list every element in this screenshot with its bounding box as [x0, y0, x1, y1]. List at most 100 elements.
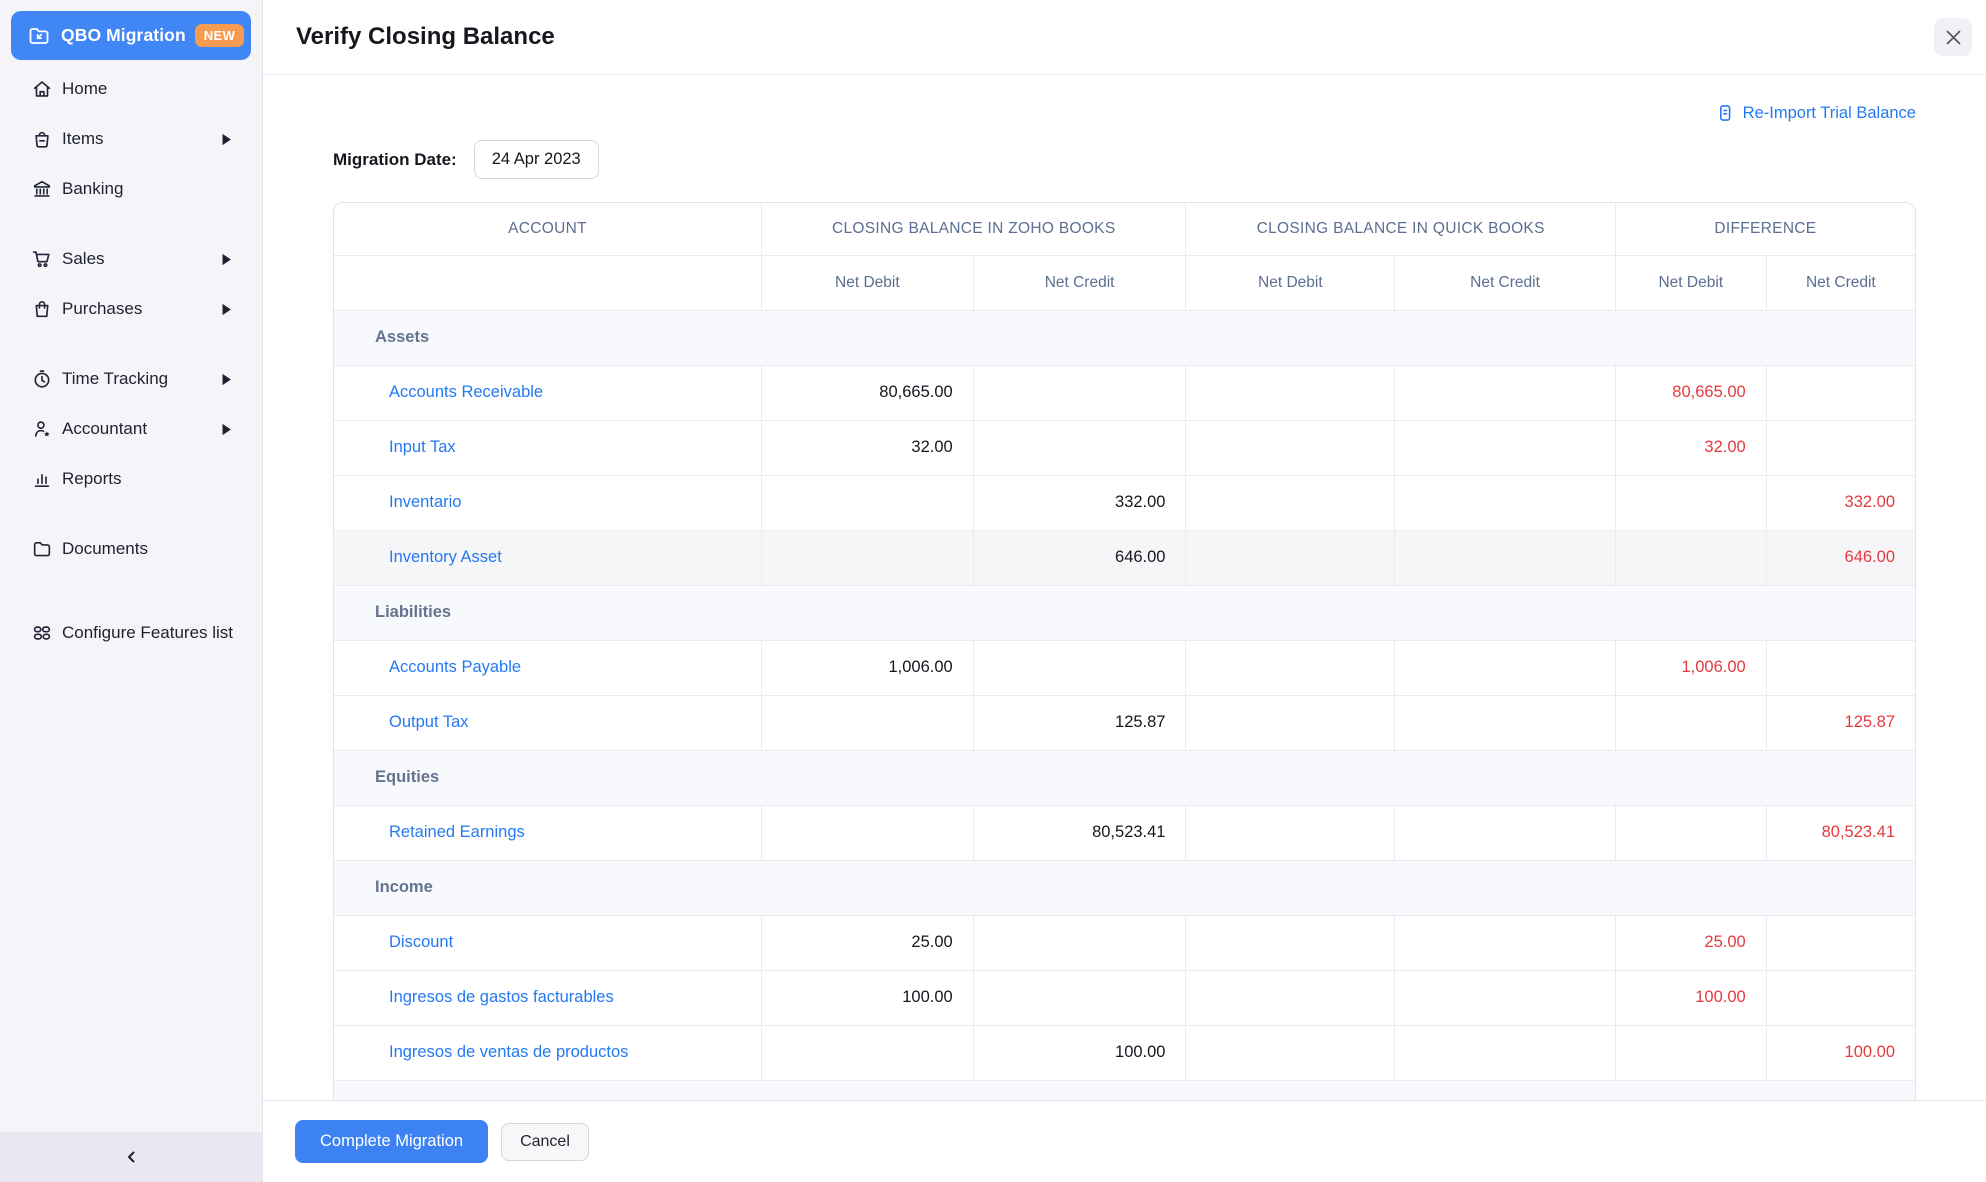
zb-debit-value [762, 1025, 974, 1080]
account-link[interactable]: Ingresos de ventas de productos [389, 1043, 628, 1061]
close-icon [1945, 29, 1962, 46]
diff-debit-value: 1,006.00 [1615, 640, 1766, 695]
sidebar-nav: Home Items Banking Sales Purchases Time Track… [0, 64, 262, 1132]
sidebar-item-label: Home [62, 79, 240, 99]
zb-debit-value: 80,665.00 [762, 365, 974, 420]
sidebar-item-purchases[interactable]: Purchases [0, 284, 262, 334]
column-subheader: Net Credit [1395, 255, 1616, 310]
clipped-row [334, 1080, 1915, 1100]
expand-arrow-icon [222, 374, 231, 385]
zb-credit-value [973, 365, 1186, 420]
diff-debit-value: 100.00 [1615, 970, 1766, 1025]
qb-debit-value [1186, 420, 1395, 475]
account-cell: Input Tax [334, 420, 762, 475]
diff-credit-value [1766, 420, 1915, 475]
expand-arrow-icon [222, 254, 231, 265]
account-link[interactable]: Ingresos de gastos facturables [389, 988, 614, 1006]
sidebar-item-time-tracking[interactable]: Time Tracking [0, 354, 262, 404]
sidebar-item-label: Items [62, 129, 222, 149]
items-icon [31, 128, 53, 150]
column-header-account: ACCOUNT [334, 203, 762, 255]
sidebar-item-sales[interactable]: Sales [0, 234, 262, 284]
zb-debit-value: 1,006.00 [762, 640, 974, 695]
migration-date-input[interactable]: 24 Apr 2023 [474, 140, 599, 179]
purchases-icon [31, 298, 53, 320]
account-cell: Inventory Asset [334, 530, 762, 585]
column-header-quick-books: CLOSING BALANCE IN QUICK BOOKS [1186, 203, 1615, 255]
table-row: Inventory Asset646.00646.00 [334, 530, 1915, 585]
zb-debit-value [762, 530, 974, 585]
cancel-button[interactable]: Cancel [501, 1123, 589, 1161]
sidebar: QBO Migration NEW Home Items Banking Sales P… [0, 0, 263, 1182]
qb-credit-value [1395, 640, 1616, 695]
account-group-label: Liabilities [334, 585, 1915, 640]
account-link[interactable]: Accounts Receivable [389, 383, 543, 401]
sidebar-item-items[interactable]: Items [0, 114, 262, 164]
account-link[interactable]: Output Tax [389, 713, 469, 731]
sales-icon [31, 248, 53, 270]
zb-debit-value [762, 695, 974, 750]
sidebar-item-documents[interactable]: Documents [0, 524, 262, 574]
diff-credit-value: 100.00 [1766, 1025, 1915, 1080]
account-link[interactable]: Discount [389, 933, 453, 951]
sidebar-item-label: Reports [62, 469, 240, 489]
column-subheader: Net Debit [1615, 255, 1766, 310]
zb-debit-value [762, 475, 974, 530]
sidebar-item-label: Configure Features list [62, 623, 240, 643]
accountant-icon [31, 418, 53, 440]
sidebar-item-label: Sales [62, 249, 222, 269]
qb-credit-value [1395, 530, 1616, 585]
verify-closing-balance-panel: Verify Closing Balance Re-Import Trial B… [263, 0, 1986, 1182]
documents-icon [31, 538, 53, 560]
column-subheader-empty [334, 255, 762, 310]
sidebar-collapse-button[interactable] [0, 1132, 262, 1182]
reimport-link-label: Re-Import Trial Balance [1743, 104, 1916, 123]
sidebar-item-banking[interactable]: Banking [0, 164, 262, 214]
table-row: Retained Earnings80,523.4180,523.41 [334, 805, 1915, 860]
close-button[interactable] [1934, 18, 1972, 56]
qb-debit-value [1186, 695, 1395, 750]
sidebar-item-home[interactable]: Home [0, 64, 262, 114]
zb-credit-value: 125.87 [973, 695, 1186, 750]
zb-credit-value [973, 640, 1186, 695]
zb-credit-value [973, 915, 1186, 970]
modal-footer: Complete Migration Cancel [263, 1100, 1986, 1182]
account-link[interactable]: Inventario [389, 493, 461, 511]
account-link[interactable]: Input Tax [389, 438, 456, 456]
account-cell: Ingresos de gastos facturables [334, 970, 762, 1025]
diff-debit-value: 25.00 [1615, 915, 1766, 970]
nav-group: Sales Purchases [0, 234, 262, 334]
diff-debit-value [1615, 805, 1766, 860]
migration-date-label: Migration Date: [333, 150, 457, 170]
zb-debit-value [762, 805, 974, 860]
document-icon [1715, 103, 1735, 123]
account-link[interactable]: Inventory Asset [389, 548, 502, 566]
reimport-trial-balance-link[interactable]: Re-Import Trial Balance [1715, 103, 1916, 123]
table-row: Inventario332.00332.00 [334, 475, 1915, 530]
zb-debit-value: 25.00 [762, 915, 974, 970]
sidebar-item-configure-features-list[interactable]: Configure Features list [0, 608, 262, 658]
account-group-label: Assets [334, 310, 1915, 365]
diff-credit-value [1766, 640, 1915, 695]
qb-credit-value [1395, 915, 1616, 970]
qb-debit-value [1186, 915, 1395, 970]
account-cell: Accounts Payable [334, 640, 762, 695]
banking-icon [31, 178, 53, 200]
table-row: Accounts Receivable 80,665.00 80,665.00 [334, 365, 1915, 420]
sidebar-item-label: Purchases [62, 299, 222, 319]
folder-import-icon [27, 24, 51, 48]
account-group-row: Liabilities [334, 585, 1915, 640]
account-link[interactable]: Retained Earnings [389, 823, 525, 841]
nav-group: Configure Features list [0, 608, 262, 658]
complete-migration-button[interactable]: Complete Migration [295, 1120, 488, 1163]
sidebar-item-reports[interactable]: Reports [0, 454, 262, 504]
page-title: Verify Closing Balance [296, 23, 1934, 51]
diff-credit-value [1766, 915, 1915, 970]
account-cell: Ingresos de ventas de productos [334, 1025, 762, 1080]
account-link[interactable]: Accounts Payable [389, 658, 521, 676]
table-row: Ingresos de gastos facturables100.00100.… [334, 970, 1915, 1025]
sidebar-item-qbo-migration[interactable]: QBO Migration NEW [11, 11, 251, 60]
expand-arrow-icon [222, 304, 231, 315]
diff-debit-value: 80,665.00 [1615, 365, 1766, 420]
sidebar-item-accountant[interactable]: Accountant [0, 404, 262, 454]
